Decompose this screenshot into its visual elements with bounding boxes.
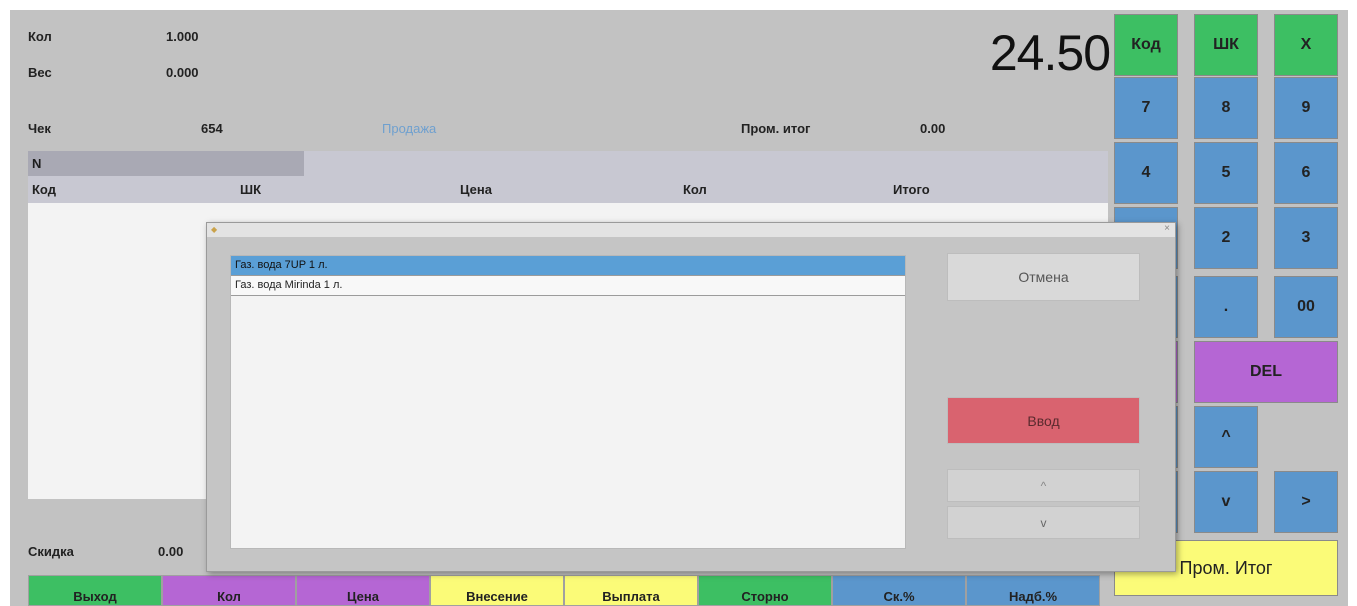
- column-qty: Кол: [683, 182, 707, 197]
- subtotal-label: Пром. итог: [741, 121, 811, 136]
- close-icon[interactable]: ×: [1164, 223, 1170, 234]
- clear-key[interactable]: X: [1274, 14, 1338, 76]
- scroll-down-button[interactable]: v: [947, 506, 1140, 539]
- discount-label: Скидка: [28, 544, 74, 559]
- cash-out-button[interactable]: Выплата: [564, 575, 698, 606]
- key-6[interactable]: 6: [1274, 142, 1338, 204]
- list-item[interactable]: Газ. вода 7UP 1 л.: [231, 256, 905, 276]
- double-zero-key[interactable]: 00: [1274, 276, 1338, 338]
- cash-in-button[interactable]: Внесение: [430, 575, 564, 606]
- discount-value: 0.00: [158, 544, 184, 559]
- receipt-label: Чек: [28, 121, 51, 136]
- arrow-down-key[interactable]: v: [1194, 471, 1258, 533]
- n-column-header: N: [28, 151, 304, 176]
- dialog-titlebar[interactable]: ◆ ×: [207, 223, 1175, 237]
- total-display: 24.50: [989, 25, 1111, 81]
- enter-button[interactable]: Ввод: [947, 397, 1140, 444]
- column-barcode: ШК: [240, 182, 261, 197]
- operation-mode: Продажа: [382, 121, 437, 136]
- weight-value: 0.000: [166, 65, 199, 80]
- delete-key[interactable]: DEL: [1194, 341, 1338, 403]
- key-4[interactable]: 4: [1114, 142, 1178, 204]
- markup-percent-button[interactable]: Надб.%: [966, 575, 1100, 606]
- pos-window: Кол 1.000 Вес 0.000 Чек 654 Продажа Пром…: [10, 10, 1348, 606]
- dot-key[interactable]: .: [1194, 276, 1258, 338]
- barcode-key[interactable]: ШК: [1194, 14, 1258, 76]
- cancel-button[interactable]: Отмена: [947, 253, 1140, 301]
- receipt-table-header: N Код ШК Цена Кол Итого: [28, 151, 1108, 203]
- column-code: Код: [32, 182, 56, 197]
- key-3[interactable]: 3: [1274, 207, 1338, 269]
- exit-button[interactable]: Выход: [28, 575, 162, 606]
- product-select-dialog: ◆ × Газ. вода 7UP 1 л. Газ. вода Mirinda…: [206, 222, 1176, 572]
- arrow-right-key[interactable]: >: [1274, 471, 1338, 533]
- receipt-number: 654: [201, 121, 223, 136]
- key-7[interactable]: 7: [1114, 77, 1178, 139]
- scroll-up-button[interactable]: ^: [947, 469, 1140, 502]
- code-key[interactable]: Код: [1114, 14, 1178, 76]
- key-8[interactable]: 8: [1194, 77, 1258, 139]
- list-item[interactable]: Газ. вода Mirinda 1 л.: [231, 276, 905, 296]
- function-button-bar: Выход Кол Цена Внесение Выплата Сторно С…: [28, 575, 1113, 606]
- column-price: Цена: [460, 182, 492, 197]
- key-9[interactable]: 9: [1274, 77, 1338, 139]
- product-list[interactable]: Газ. вода 7UP 1 л. Газ. вода Mirinda 1 л…: [230, 255, 906, 549]
- subtotal-value: 0.00: [920, 121, 946, 136]
- key-5[interactable]: 5: [1194, 142, 1258, 204]
- qty-value: 1.000: [166, 29, 199, 44]
- qty-label: Кол: [28, 29, 52, 44]
- app-icon: ◆: [211, 225, 218, 234]
- column-total: Итого: [893, 182, 930, 197]
- weight-label: Вес: [28, 65, 52, 80]
- key-2[interactable]: 2: [1194, 207, 1258, 269]
- quantity-button[interactable]: Кол: [162, 575, 296, 606]
- discount-percent-button[interactable]: Ск.%: [832, 575, 966, 606]
- void-button[interactable]: Сторно: [698, 575, 832, 606]
- price-button[interactable]: Цена: [296, 575, 430, 606]
- arrow-up-key[interactable]: ^: [1194, 406, 1258, 468]
